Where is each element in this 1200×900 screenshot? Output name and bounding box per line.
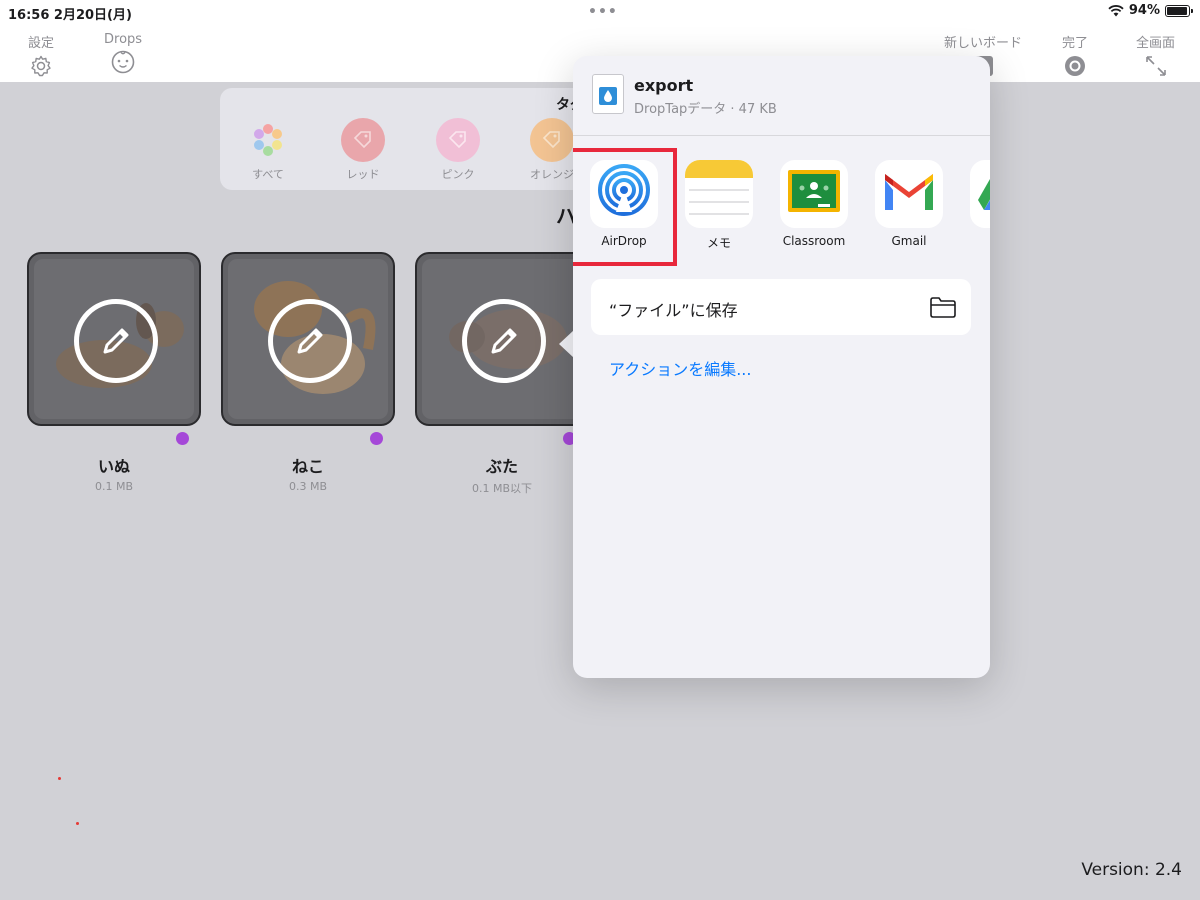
done-circle-icon — [1065, 56, 1085, 76]
status-bar: 16:56 2月20日(月) ••• 94% — [0, 0, 1200, 26]
tag-all[interactable]: すべて — [238, 118, 298, 182]
card-name: ぶた — [485, 457, 518, 476]
edit-actions-link[interactable]: アクションを編集... — [609, 356, 751, 380]
multitasking-dots[interactable]: ••• — [588, 4, 618, 20]
battery-icon — [1165, 4, 1193, 17]
share-app-notes[interactable]: メモ — [685, 160, 753, 251]
file-name: export — [634, 76, 694, 95]
file-icon — [592, 74, 624, 114]
google-drive-icon — [970, 160, 990, 228]
gmail-icon — [875, 160, 943, 228]
card-size: 0.1 MB — [94, 480, 134, 493]
drops-label: Drops — [104, 32, 143, 47]
stray-dot — [76, 822, 79, 825]
save-to-files-button[interactable]: “ファイル”に保存 — [591, 279, 971, 335]
baby-face-icon — [111, 50, 135, 74]
share-app-gmail[interactable]: Gmail — [875, 160, 943, 248]
battery-percent: 94% — [1128, 3, 1160, 18]
app-label: メモ — [706, 236, 731, 250]
drop-card-dog[interactable] — [27, 252, 201, 426]
done-label: 完了 — [1062, 36, 1089, 51]
status-time: 16:56 2月20日(月) — [8, 8, 132, 23]
card-name: いぬ — [97, 457, 130, 476]
notes-icon — [685, 160, 753, 228]
rainbow-flower-icon — [246, 118, 290, 162]
expand-arrows-icon — [1145, 56, 1166, 76]
red-tag-icon — [341, 118, 385, 162]
settings-label: 設定 — [28, 36, 55, 51]
tag-label: すべて — [252, 168, 284, 181]
share-sheet-header: export DropTapデータ · 47 KB — [573, 56, 990, 136]
app-label: AirDrop — [601, 234, 647, 248]
version-label: Version: 2.4 — [1081, 860, 1182, 880]
new-board-label: 新しいボード — [944, 36, 1023, 51]
pencil-icon[interactable] — [462, 299, 546, 383]
app-label: Classroom — [782, 234, 846, 248]
pencil-icon[interactable] — [74, 299, 158, 383]
wifi-icon — [1108, 4, 1124, 16]
save-to-files-label: “ファイル”に保存 — [609, 301, 738, 320]
orange-tag-icon — [530, 118, 574, 162]
card-name: ねこ — [291, 457, 324, 476]
app-label: Gmail — [891, 234, 927, 248]
gear-icon — [31, 55, 51, 77]
pencil-icon[interactable] — [268, 299, 352, 383]
drop-card-cat[interactable] — [221, 252, 395, 426]
tag-red[interactable]: レッド — [333, 118, 393, 182]
done-button[interactable]: 完了 — [1062, 32, 1088, 78]
card-size: 0.1 MB以下 — [471, 482, 533, 495]
classroom-icon — [780, 160, 848, 228]
folder-icon — [930, 297, 956, 318]
stray-dot — [58, 777, 61, 780]
fullscreen-button[interactable]: 全画面 — [1136, 32, 1175, 78]
file-subtitle: DropTapデータ · 47 KB — [634, 102, 777, 117]
tag-dot — [370, 432, 383, 445]
tag-dot — [176, 432, 189, 445]
tag-label: ピンク — [441, 168, 475, 181]
share-app-classroom[interactable]: Classroom — [780, 160, 848, 248]
pink-tag-icon — [436, 118, 480, 162]
tag-pink[interactable]: ピンク — [428, 118, 488, 182]
tag-label: レッド — [346, 168, 380, 181]
share-app-airdrop[interactable]: AirDrop — [590, 160, 658, 248]
share-app-google-drive[interactable]: ド — [970, 160, 990, 251]
settings-button[interactable]: 設定 — [28, 32, 54, 78]
drops-button[interactable]: Drops — [104, 32, 142, 74]
tag-filter-bar: タグ すべて レッド ピンク オレンジ — [220, 88, 600, 190]
share-sheet: export DropTapデータ · 47 KB AirDrop メモ Cla… — [573, 56, 990, 678]
battery-level — [1167, 6, 1187, 15]
tag-label: オレンジ — [530, 168, 574, 181]
popover-arrow — [559, 330, 574, 358]
fullscreen-label: 全画面 — [1136, 36, 1176, 51]
card-size: 0.3 MB — [288, 480, 328, 493]
airdrop-icon — [590, 160, 658, 228]
